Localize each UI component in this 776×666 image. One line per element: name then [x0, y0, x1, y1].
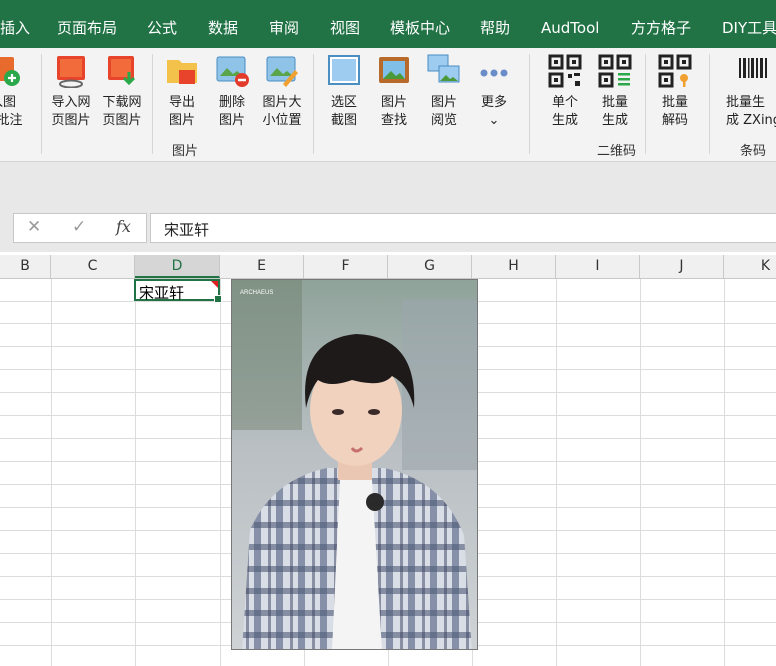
- menu-insert[interactable]: 插入: [0, 0, 30, 48]
- chevron-down-icon: ⌄: [488, 113, 500, 128]
- column-header-c[interactable]: C: [51, 255, 135, 278]
- export-image-button[interactable]: 导出 图片: [157, 54, 207, 130]
- column-header-i[interactable]: I: [556, 255, 640, 278]
- cancel-icon[interactable]: ✕: [27, 217, 41, 237]
- batch-generate-button[interactable]: 批量 生成: [590, 54, 640, 130]
- enter-icon[interactable]: ✓: [72, 217, 86, 237]
- menu-data[interactable]: 数据: [208, 0, 238, 48]
- selection-capture-button[interactable]: 选区 截图: [319, 54, 369, 130]
- batch-decode-button[interactable]: 批量 解码: [650, 54, 700, 130]
- image-size-position-button[interactable]: 图片大 小位置: [257, 54, 307, 130]
- menu-page-layout[interactable]: 页面布局: [57, 0, 117, 48]
- column-header-h[interactable]: H: [472, 255, 556, 278]
- column-header-row: B C D E F G H I J K: [0, 255, 776, 279]
- image-comment-icon: [0, 54, 20, 88]
- portrait-photo-image: ARCHAEUS: [232, 280, 477, 649]
- ribbon-separator: [152, 54, 153, 154]
- column-header-b[interactable]: B: [0, 255, 51, 278]
- edit-image-icon: [265, 54, 299, 88]
- gallery-icon: [427, 54, 461, 88]
- group-label-qrcode: 二维码: [597, 144, 637, 159]
- comment-indicator-icon: [211, 281, 218, 288]
- browse-image-button[interactable]: 图片 阅览: [419, 54, 469, 130]
- ribbon-separator: [313, 54, 314, 154]
- insert-to-comment-button[interactable]: 入图到批注: [0, 54, 28, 130]
- import-web-image-button[interactable]: 导入网 页图片: [46, 54, 96, 130]
- delete-image-button[interactable]: 删除 图片: [207, 54, 257, 130]
- photo-watermark: ARCHAEUS: [240, 290, 273, 296]
- qrcode-list-icon: [598, 54, 632, 88]
- column-header-g[interactable]: G: [388, 255, 472, 278]
- column-header-k[interactable]: K: [724, 255, 776, 278]
- web-image-icon: [54, 54, 88, 89]
- menu-help[interactable]: 帮助: [480, 0, 510, 48]
- ribbon-separator: [529, 54, 530, 154]
- fx-icon[interactable]: fx: [116, 217, 131, 236]
- menu-diy-tools[interactable]: DIY工具: [722, 0, 776, 48]
- menu-view[interactable]: 视图: [330, 0, 360, 48]
- batch-barcode-button[interactable]: 批量生成 ZXing: [726, 54, 776, 130]
- group-label-picture: 图片: [172, 144, 199, 159]
- find-image-button[interactable]: 图片 查找: [369, 54, 419, 130]
- ribbon-separator: [709, 54, 710, 154]
- column-header-d[interactable]: D: [135, 255, 220, 278]
- menu-review[interactable]: 审阅: [269, 0, 299, 48]
- fill-handle[interactable]: [214, 295, 222, 303]
- delete-image-icon: [215, 54, 249, 88]
- formula-button-cluster: ✕ ✓ fx: [13, 213, 147, 243]
- cell-value: 宋亚轩: [139, 284, 185, 302]
- menu-bar: 插入 页面布局 公式 数据 审阅 视图 模板中心 帮助 AudTool 方方格子…: [0, 0, 776, 48]
- formula-value: 宋亚轩: [164, 221, 210, 239]
- selected-cell-d1[interactable]: 宋亚轩: [134, 279, 222, 303]
- column-header-f[interactable]: F: [304, 255, 388, 278]
- download-web-image-button[interactable]: 下载网 页图片: [97, 54, 147, 130]
- menu-fangfang[interactable]: 方方格子: [631, 0, 691, 48]
- menu-templates[interactable]: 模板中心: [390, 0, 450, 48]
- qrcode-decode-icon: [658, 54, 692, 88]
- column-header-e[interactable]: E: [220, 255, 304, 278]
- ribbon: 入图到批注 导入网页图片 下载网页图片 导出图片 删除图片 图片大小位置: [0, 48, 776, 178]
- image-frame-icon: [377, 54, 411, 88]
- formula-input[interactable]: 宋亚轩: [150, 213, 776, 243]
- barcode-icon: [737, 54, 771, 88]
- more-button[interactable]: 更多 ⌄: [469, 54, 519, 130]
- menu-audtool[interactable]: AudTool: [541, 0, 599, 48]
- more-dots-icon: [477, 54, 511, 88]
- qrcode-icon: [548, 54, 582, 88]
- ribbon-separator: [645, 54, 646, 154]
- ribbon-separator: [41, 54, 42, 154]
- download-image-icon: [105, 54, 139, 88]
- capture-icon: [327, 54, 361, 88]
- menu-formulas[interactable]: 公式: [147, 0, 177, 48]
- single-generate-button[interactable]: 单个 生成: [540, 54, 590, 130]
- inserted-photo[interactable]: ARCHAEUS: [231, 279, 478, 650]
- folder-image-icon: [165, 54, 199, 88]
- column-header-j[interactable]: J: [640, 255, 724, 278]
